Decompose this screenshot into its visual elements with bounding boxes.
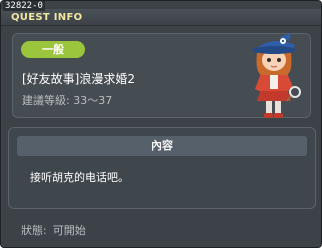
quest-info-window: 32822-0 QUEST INFO 一般 [好友故事]浪漫求婚2 建議等級: …: [0, 0, 322, 248]
content-panel: 內容 接听胡克的电话吧。: [8, 127, 316, 209]
status-label: 狀態:: [21, 224, 47, 237]
character-portrait-icon: [252, 33, 301, 118]
quest-summary-panel: 一般 [好友故事]浪漫求婚2 建議等級: 33～37: [12, 33, 311, 118]
content-header: 內容: [17, 136, 307, 156]
window-title: QUEST INFO: [11, 12, 83, 23]
category-badge: 一般: [21, 41, 85, 58]
close-button[interactable]: [303, 11, 317, 23]
quest-id: 32822-0: [3, 1, 45, 11]
status-value: 可開始: [52, 224, 86, 237]
level-range: 33～37: [73, 94, 113, 107]
quest-description: 接听胡克的电话吧。: [30, 171, 129, 184]
quest-status: 狀態: 可開始: [21, 222, 92, 238]
quest-title: [好友故事]浪漫求婚2: [22, 72, 135, 86]
recommended-level: 建議等級: 33～37: [22, 92, 112, 108]
level-label: 建議等級:: [22, 94, 70, 107]
